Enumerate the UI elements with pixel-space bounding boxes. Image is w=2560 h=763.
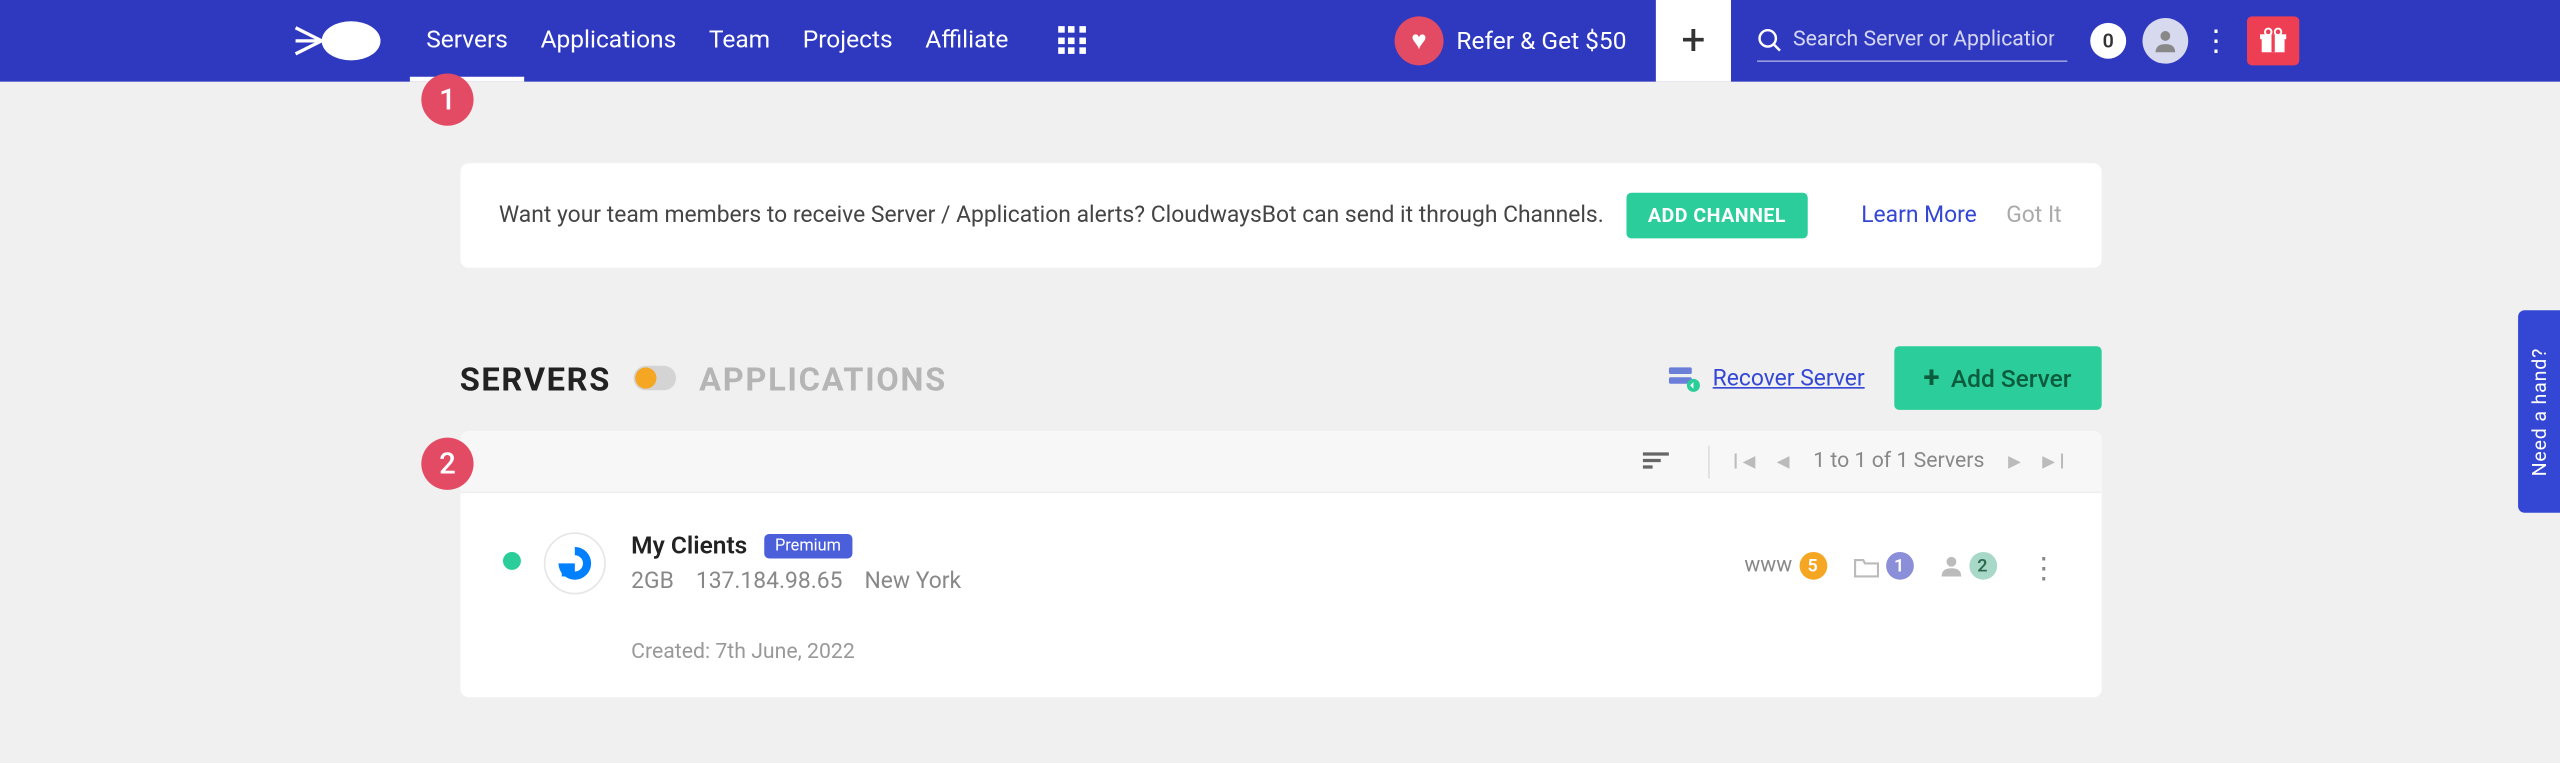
projects-stat[interactable]: 1 <box>1853 552 1913 580</box>
server-size: 2GB <box>631 568 674 594</box>
nav-team[interactable]: Team <box>693 0 787 82</box>
learn-more-link[interactable]: Learn More <box>1861 202 1977 228</box>
header-menu-icon[interactable]: ⋮ <box>2201 24 2230 58</box>
provider-icon <box>543 532 605 594</box>
tab-applications[interactable]: APPLICATIONS <box>699 358 947 397</box>
server-stats: www 5 1 2 <box>1744 552 2022 580</box>
nav-links: Servers Applications Team Projects Affil… <box>410 0 1025 82</box>
server-ip: 137.184.98.65 <box>696 568 843 594</box>
recover-text: Recover Server <box>1713 365 1865 391</box>
projects-count-badge: 1 <box>1885 552 1913 580</box>
pager-next-icon[interactable]: ► <box>2004 448 2025 474</box>
tabs-row: SERVERS APPLICATIONS Recover Server + Ad… <box>460 346 2101 410</box>
banner-text: Want your team members to receive Server… <box>499 202 1604 228</box>
server-menu-icon[interactable]: ⋮ <box>2029 552 2058 586</box>
refer-text: Refer & Get $50 <box>1456 26 1626 55</box>
heart-icon: ♥ <box>1394 16 1443 65</box>
search-box[interactable] <box>1757 20 2067 61</box>
gift-icon <box>2258 26 2287 55</box>
got-it-link[interactable]: Got It <box>2006 202 2061 228</box>
tab-servers[interactable]: SERVERS <box>460 358 611 397</box>
logo[interactable] <box>286 18 384 64</box>
channels-banner: Want your team members to receive Server… <box>460 163 2101 268</box>
pager-bar: I◄ ◄ 1 to 1 of 1 Servers ► ►I <box>460 431 2101 493</box>
plus-icon: + <box>1923 361 1939 395</box>
apps-stat[interactable]: www 5 <box>1744 552 1826 580</box>
server-row[interactable]: My Clients Premium 2GB 137.184.98.65 New… <box>460 493 2101 697</box>
annotation-2: 2 <box>421 438 473 490</box>
www-label: www <box>1744 554 1792 578</box>
nav-servers[interactable]: Servers <box>410 0 524 82</box>
add-channel-button[interactable]: ADD CHANNEL <box>1627 193 1808 239</box>
top-navbar: Servers Applications Team Projects Affil… <box>0 0 2560 82</box>
user-icon <box>2152 28 2178 54</box>
status-dot-running <box>502 552 520 570</box>
pager-first-icon[interactable]: I◄ <box>1733 448 1760 474</box>
gift-button[interactable] <box>2247 16 2299 65</box>
nav-projects[interactable]: Projects <box>786 0 908 82</box>
server-created: Created: 7th June, 2022 <box>631 640 1744 664</box>
members-count-badge: 2 <box>1969 552 1997 580</box>
server-meta: 2GB 137.184.98.65 New York <box>631 568 1744 594</box>
pager-prev-icon[interactable]: ◄ <box>1773 448 1794 474</box>
notification-badge[interactable]: 0 <box>2090 23 2126 59</box>
add-server-text: Add Server <box>1951 363 2072 392</box>
nav-applications[interactable]: Applications <box>524 0 692 82</box>
servers-apps-toggle[interactable] <box>634 366 676 390</box>
add-server-button[interactable]: + Add Server <box>1894 346 2101 410</box>
server-info: My Clients Premium 2GB 137.184.98.65 New… <box>631 529 1744 665</box>
refer-link[interactable]: ♥ Refer & Get $50 <box>1394 16 1626 65</box>
pager-text: 1 to 1 of 1 Servers <box>1813 449 1984 473</box>
nav-affiliate[interactable]: Affiliate <box>909 0 1025 82</box>
server-name: My Clients <box>631 531 747 560</box>
server-location: New York <box>864 568 961 594</box>
premium-badge: Premium <box>764 534 853 558</box>
add-button[interactable]: + <box>1656 0 1731 82</box>
annotation-1: 1 <box>421 73 473 125</box>
search-input[interactable] <box>1793 28 2054 52</box>
apps-grid-icon[interactable] <box>1057 26 1086 55</box>
sort-icon[interactable] <box>1643 446 1669 477</box>
person-icon <box>1939 554 1962 577</box>
server-list: I◄ ◄ 1 to 1 of 1 Servers ► ►I My Clients… <box>460 431 2101 697</box>
recover-icon <box>1665 363 1701 392</box>
pager-last-icon[interactable]: ►I <box>2038 448 2065 474</box>
folder-icon <box>1853 554 1879 577</box>
apps-count-badge: 5 <box>1799 552 1827 580</box>
search-icon <box>1757 27 1783 53</box>
user-avatar[interactable] <box>2142 18 2188 64</box>
help-text: Need a hand? <box>2528 347 2551 476</box>
help-tab[interactable]: Need a hand? <box>2518 310 2560 512</box>
recover-server-link[interactable]: Recover Server <box>1665 363 1864 392</box>
members-stat[interactable]: 2 <box>1939 552 1996 580</box>
